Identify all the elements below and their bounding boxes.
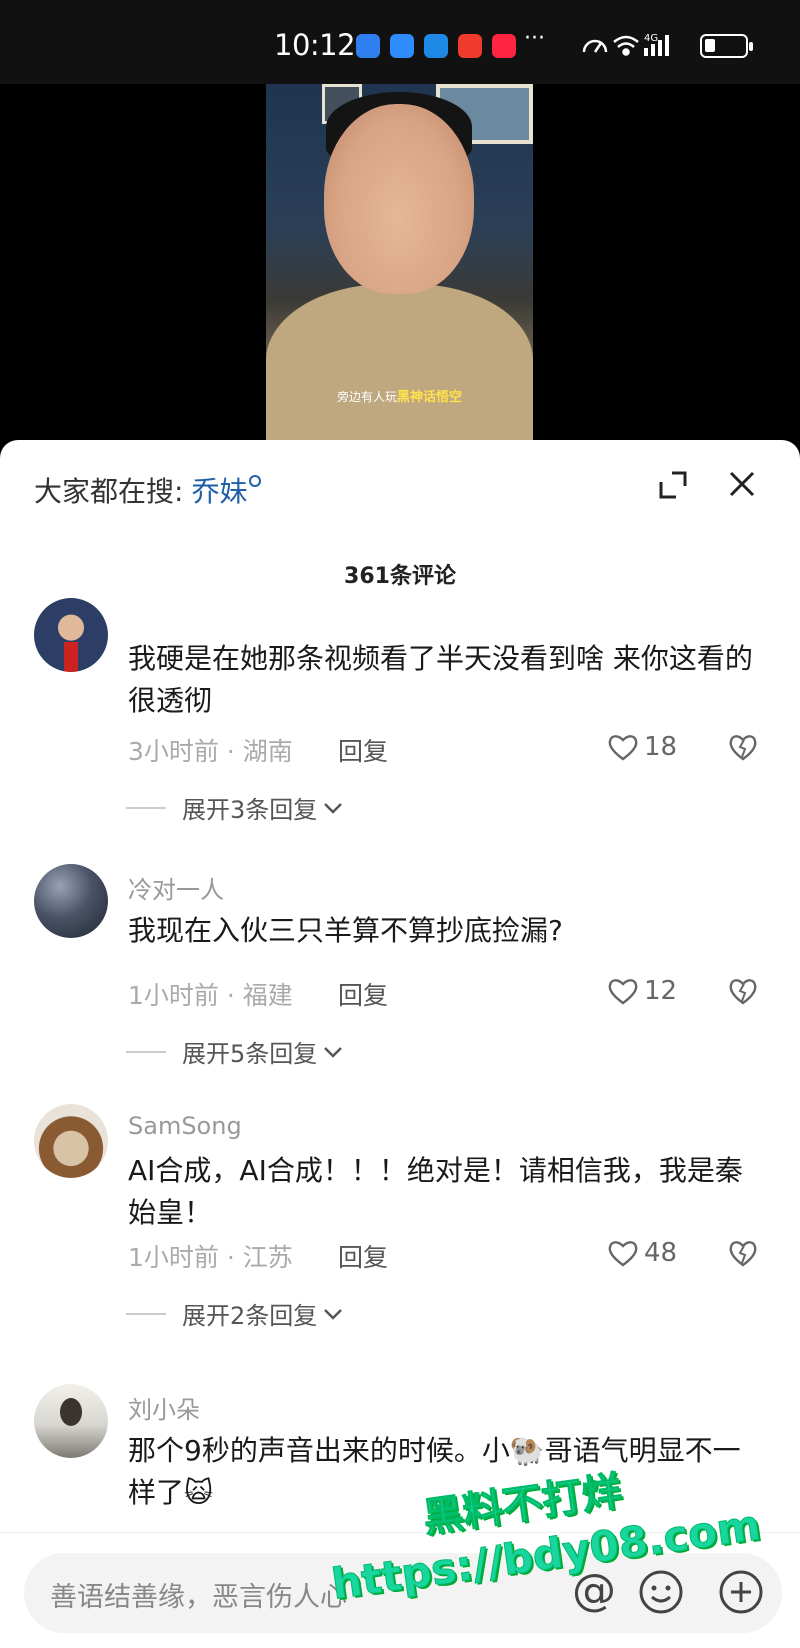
battery-icon bbox=[700, 34, 753, 58]
comment-username[interactable]: SamSong bbox=[128, 1112, 242, 1140]
divider-line bbox=[126, 1050, 166, 1053]
close-icon[interactable] bbox=[726, 468, 758, 500]
chevron-down-icon bbox=[324, 1046, 343, 1058]
red-shopping-icon bbox=[458, 34, 482, 58]
signal-icon: 4G bbox=[644, 33, 669, 56]
comment-input-placeholder: 善语结善缘，恶言伤人心 bbox=[50, 1582, 347, 1613]
red-xiaohongshu-icon bbox=[492, 34, 516, 58]
person-shirt bbox=[266, 284, 533, 444]
status-time: 10:12 bbox=[274, 28, 356, 62]
comment-text: 我现在入伙三只羊算不算抄底捡漏? bbox=[128, 914, 563, 947]
comment-text: AI合成，AI合成！！！绝对是！请相信我，我是秦始皇！ bbox=[128, 1154, 743, 1229]
comment-username[interactable]: 冷对一人 bbox=[128, 870, 224, 905]
divider-line bbox=[126, 806, 166, 809]
trending-search-keyword[interactable]: 乔妹 bbox=[191, 475, 247, 508]
trending-search-label: 大家都在搜: bbox=[34, 475, 184, 508]
video-player[interactable]: 旁边有人玩黑神话悟空 bbox=[0, 84, 800, 444]
avatar[interactable] bbox=[34, 598, 108, 672]
person-face bbox=[324, 104, 474, 294]
reply-button[interactable]: 回复 bbox=[338, 732, 388, 768]
dislike-icon[interactable] bbox=[728, 1238, 758, 1268]
heart-icon bbox=[608, 735, 638, 761]
comment-text: 我硬是在她那条视频看了半天没看到啥 来你这看的很透彻 bbox=[128, 642, 753, 717]
system-status-icons: 4G bbox=[582, 33, 669, 56]
expand-replies-button[interactable]: 展开5条回复 bbox=[126, 1034, 343, 1069]
blue-cube-icon bbox=[424, 34, 448, 58]
expand-replies-label: 展开2条回复 bbox=[182, 1302, 318, 1330]
avatar[interactable] bbox=[34, 1104, 108, 1178]
reply-button[interactable]: 回复 bbox=[338, 1238, 388, 1274]
comment-sheet: 大家都在搜: 乔妹 361条评论 我硬是在她那条视频看了半天没看到啥 来你这看的很… bbox=[0, 440, 800, 1648]
comment-username[interactable]: 刘小朵 bbox=[128, 1390, 200, 1425]
reply-button[interactable]: 回复 bbox=[338, 976, 388, 1012]
chevron-down-icon bbox=[324, 802, 343, 814]
status-bar: 10:12 ··· 4G bbox=[0, 0, 800, 84]
like-count: 48 bbox=[644, 1238, 678, 1268]
expand-icon[interactable] bbox=[658, 470, 688, 500]
comment-count: 361条评论 bbox=[344, 564, 456, 589]
chat-bubble-icon bbox=[390, 34, 414, 58]
emoji-icon[interactable] bbox=[638, 1569, 684, 1615]
chevron-down-icon bbox=[324, 1308, 343, 1320]
blue-app-icon bbox=[356, 34, 380, 58]
subtitle-prefix: 旁边有人玩 bbox=[336, 390, 397, 404]
video-subtitle: 旁边有人玩黑神话悟空 bbox=[266, 386, 533, 405]
more-notifications-icon: ··· bbox=[524, 26, 545, 51]
expand-replies-label: 展开3条回复 bbox=[182, 796, 318, 824]
expand-replies-label: 展开5条回复 bbox=[182, 1040, 318, 1068]
heart-icon bbox=[608, 1241, 638, 1267]
like-count: 12 bbox=[644, 976, 678, 1006]
expand-replies-button[interactable]: 展开3条回复 bbox=[126, 790, 343, 825]
divider-line bbox=[126, 1312, 166, 1315]
wifi-icon bbox=[613, 35, 639, 56]
avatar[interactable] bbox=[34, 864, 108, 938]
video-frame: 旁边有人玩黑神话悟空 bbox=[266, 84, 533, 444]
like-count: 18 bbox=[644, 732, 678, 762]
like-button[interactable]: 48 bbox=[608, 1236, 677, 1270]
comment-meta: 3小时前 · 湖南 bbox=[128, 737, 293, 766]
trending-search: 大家都在搜: 乔妹 bbox=[34, 470, 262, 510]
like-button[interactable]: 18 bbox=[608, 730, 677, 764]
expand-replies-button[interactable]: 展开2条回复 bbox=[126, 1296, 343, 1331]
avatar[interactable] bbox=[34, 1384, 108, 1458]
search-icon[interactable] bbox=[249, 475, 262, 487]
like-button[interactable]: 12 bbox=[608, 974, 677, 1008]
network-label: 4G bbox=[644, 33, 658, 44]
add-icon[interactable] bbox=[718, 1569, 764, 1615]
comment-meta: 1小时前 · 福建 bbox=[128, 981, 293, 1010]
dislike-icon[interactable] bbox=[728, 732, 758, 762]
data-speed-icon bbox=[582, 39, 608, 53]
dislike-icon[interactable] bbox=[728, 976, 758, 1006]
comment-meta: 1小时前 · 江苏 bbox=[128, 1243, 293, 1272]
subtitle-highlight: 黑神话悟空 bbox=[397, 390, 463, 405]
heart-icon bbox=[608, 979, 638, 1005]
